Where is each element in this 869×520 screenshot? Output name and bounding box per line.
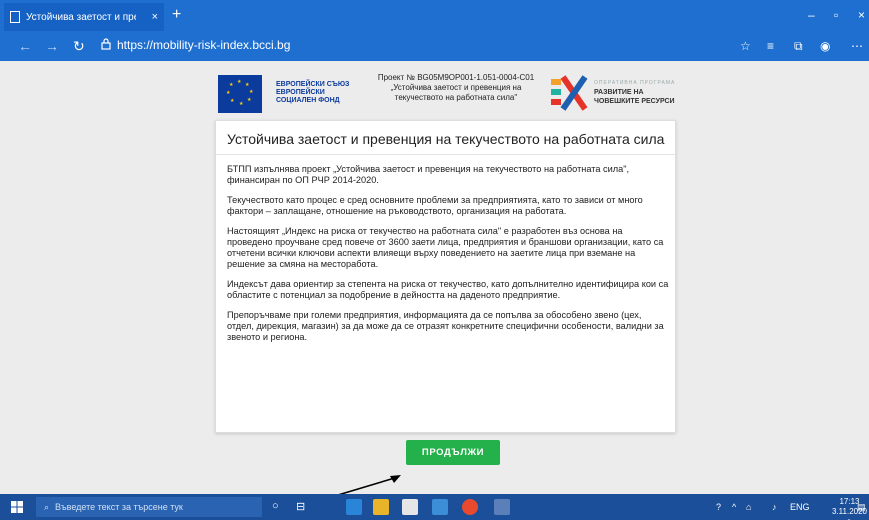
tab-title: Устойчива заетост и превенци — [26, 11, 136, 23]
url-input[interactable]: https://mobility-risk-index.bcci.bg — [117, 38, 290, 52]
intro-paragraph: Индексът дава ориентир за степента на ри… — [227, 279, 669, 300]
intro-paragraph: Текучеството като процес е сред основнит… — [227, 195, 643, 216]
taskbar-search-input[interactable]: ⌕ Въведете текст за търсене тук — [36, 497, 262, 517]
windows-start-icon[interactable] — [11, 501, 23, 513]
network-icon[interactable]: ⌂ — [746, 502, 751, 512]
continue-button[interactable]: ПРОДЪЛЖИ — [406, 440, 500, 465]
intro-paragraph: Препоръчваме при големи предприятия, инф… — [227, 310, 664, 342]
address-bar: ← → ↻ https://mobility-risk-index.bcci.b… — [0, 31, 869, 61]
notifications-icon[interactable]: ▤ — [857, 502, 866, 513]
collections-icon[interactable]: ⧉ — [794, 39, 803, 54]
intro-card: Устойчива заетост и превенция на текучес… — [215, 120, 676, 433]
chevron-up-icon[interactable]: ^ — [732, 502, 736, 512]
favorites-list-icon[interactable]: ≡ — [767, 39, 774, 53]
tab-close-icon[interactable]: × — [152, 11, 158, 23]
help-icon[interactable]: ? — [716, 502, 721, 512]
browser-tab[interactable]: Устойчива заетост и превенци × — [4, 3, 164, 31]
store-icon[interactable] — [402, 499, 418, 515]
language-indicator[interactable]: ENG — [790, 502, 810, 512]
browser-titlebar: Устойчива заетост и превенци × + – ▫ × — [0, 0, 869, 31]
forward-icon[interactable]: → — [45, 38, 59, 54]
back-icon[interactable]: ← — [18, 38, 32, 54]
minimize-button[interactable]: – — [808, 8, 815, 22]
search-placeholder: Въведете текст за търсене тук — [55, 502, 183, 512]
op-hr-label: ОПЕРАТИВНА ПРОГРАМА РАЗВИТИЕ НА ЧОВЕШКИТ… — [594, 80, 676, 105]
favorite-star-icon[interactable]: ☆ — [740, 39, 751, 53]
search-icon: ⌕ — [44, 501, 50, 512]
op-hr-logo-icon — [551, 75, 588, 111]
lock-icon — [101, 38, 111, 50]
eu-flag-logo: ★ ★ ★ ★ ★ ★ ★ ★ — [218, 75, 262, 113]
page-title: Устойчива заетост и превенция на текучес… — [227, 131, 665, 147]
close-window-button[interactable]: × — [858, 8, 865, 22]
intro-paragraph: Настоящият „Индекс на риска от текучеств… — [227, 226, 664, 269]
profile-avatar-icon[interactable]: ◉ — [820, 39, 830, 53]
windows-taskbar: ⌕ Въведете текст за търсене тук ○ ⊟ ? ^ … — [0, 494, 869, 520]
page-icon — [10, 11, 20, 23]
page-content: ★ ★ ★ ★ ★ ★ ★ ★ ЕВРОПЕЙСКИ СЪЮЗ ЕВРОПЕЙС… — [0, 61, 869, 496]
project-number-label: Проект № BG05M9OP001-1.051-0004-C01 „Уст… — [377, 73, 535, 102]
title-divider — [216, 154, 675, 155]
new-tab-button[interactable]: + — [172, 6, 181, 24]
intro-text: БТПП изпълнява проект „Устойчива заетост… — [227, 164, 669, 352]
task-view-icon[interactable]: ⊟ — [296, 500, 305, 513]
file-explorer-icon[interactable] — [373, 499, 389, 515]
edge-taskbar-icon[interactable] — [346, 499, 362, 515]
refresh-icon[interactable]: ↻ — [73, 38, 85, 55]
calendar-icon[interactable] — [432, 499, 448, 515]
chrome-icon[interactable] — [462, 499, 478, 515]
eu-sf-label: ЕВРОПЕЙСКИ СЪЮЗ ЕВРОПЕЙСКИ СОЦИАЛЕН ФОНД — [276, 81, 350, 104]
intro-paragraph: БТПП изпълнява проект „Устойчива заетост… — [227, 164, 630, 185]
more-menu-icon[interactable]: ⋯ — [851, 39, 863, 53]
app-icon[interactable] — [494, 499, 510, 515]
volume-icon[interactable]: ♪ — [772, 502, 777, 512]
logos-banner: ★ ★ ★ ★ ★ ★ ★ ★ ЕВРОПЕЙСКИ СЪЮЗ ЕВРОПЕЙС… — [214, 69, 679, 119]
maximize-button[interactable]: ▫ — [834, 8, 838, 22]
cortana-icon[interactable]: ○ — [272, 500, 279, 512]
pointer-arrow-icon — [337, 475, 401, 496]
